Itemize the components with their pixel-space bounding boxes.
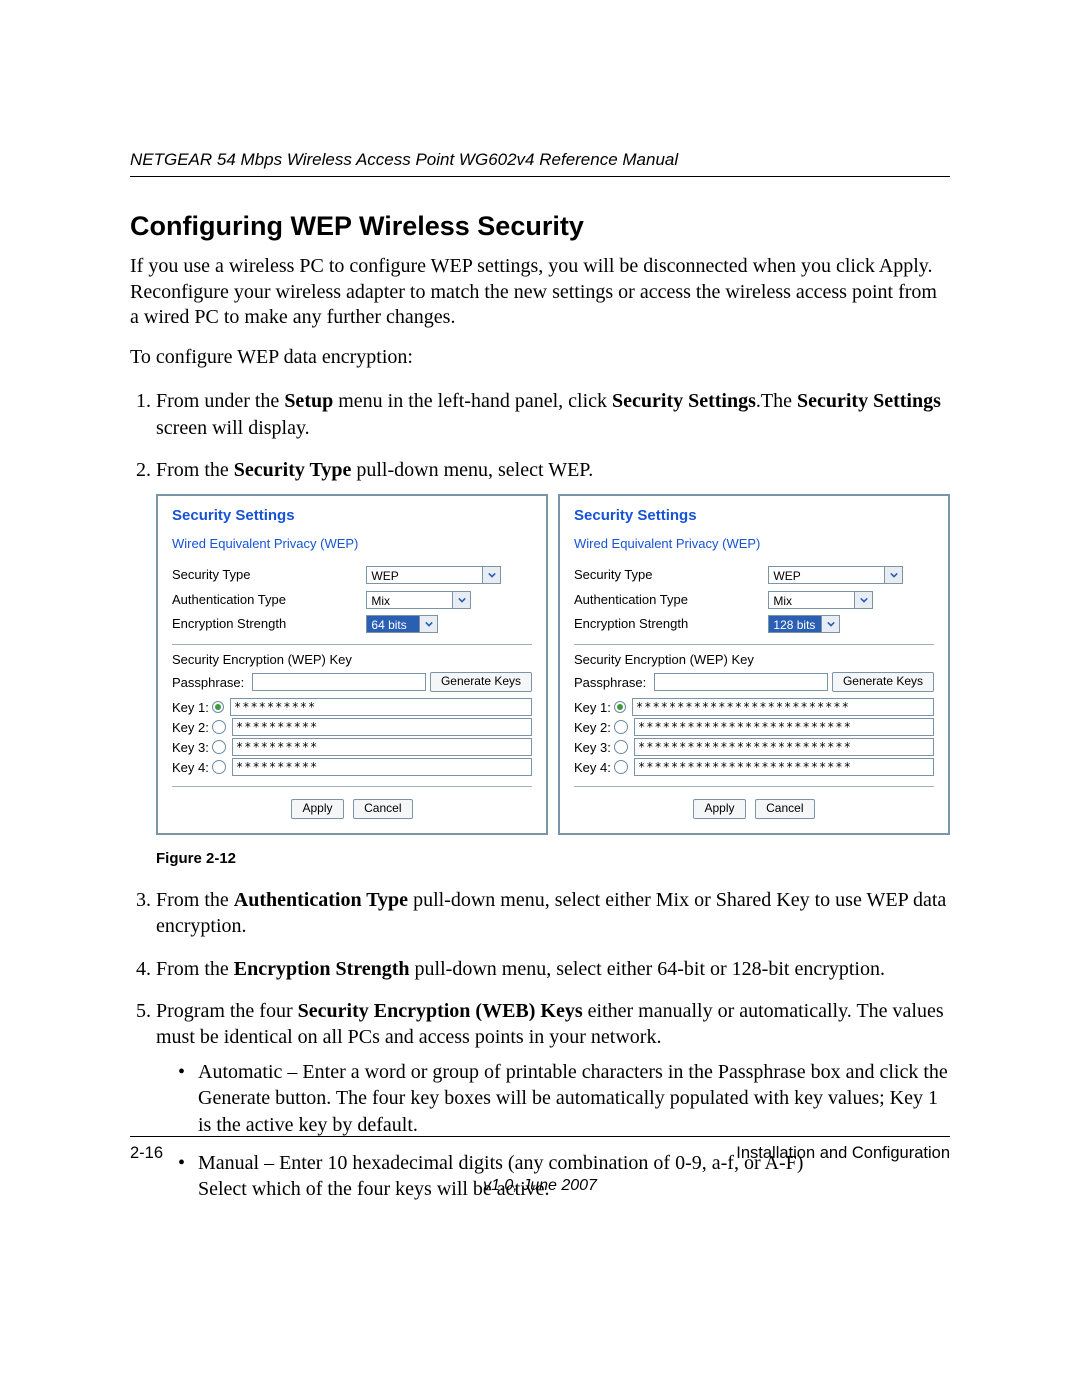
chevron-down-icon [419,616,437,632]
cancel-button[interactable]: Cancel [353,799,412,819]
key3-radio[interactable] [614,740,628,754]
apply-button[interactable]: Apply [693,799,745,819]
auth-type-select[interactable]: Mix [366,591,471,609]
key1-radio[interactable] [212,701,224,713]
figure-caption: Figure 2-12 [156,849,950,869]
step-list: From under the Setup menu in the left-ha… [130,388,950,1202]
key3-radio[interactable] [212,740,226,754]
panel-title: Security Settings [574,506,934,526]
key2-input[interactable] [634,718,934,736]
security-type-select[interactable]: WEP [768,566,903,584]
encryption-strength-select[interactable]: 128 bits [768,615,840,633]
footer-version: v1.0, June 2007 [130,1177,950,1195]
encryption-strength-select[interactable]: 64 bits [366,615,438,633]
bullet-auto: Automatic – Enter a word or group of pri… [178,1059,950,1138]
page-number: 2-16 [130,1144,163,1163]
passphrase-input[interactable] [654,673,828,691]
key2-radio[interactable] [212,720,226,734]
cancel-button[interactable]: Cancel [755,799,814,819]
chevron-down-icon [884,567,902,583]
key2-radio[interactable] [614,720,628,734]
passphrase-input[interactable] [252,673,426,691]
intro-paragraph: If you use a wireless PC to configure WE… [130,254,950,331]
panel-subtitle: Wired Equivalent Privacy (WEP) [574,535,934,552]
page-heading: Configuring WEP Wireless Security [130,211,950,242]
chevron-down-icon [482,567,500,583]
generate-keys-button[interactable]: Generate Keys [832,672,934,692]
key1-input[interactable] [230,698,532,716]
key4-input[interactable] [232,758,532,776]
panel-title: Security Settings [172,506,532,526]
page-footer: 2-16 Installation and Configuration v1.0… [130,1136,950,1195]
key3-input[interactable] [232,738,532,756]
step-3: From the Authentication Type pull-down m… [156,887,950,940]
figure-2-12: Security Settings Wired Equivalent Priva… [156,494,950,869]
key4-radio[interactable] [614,760,628,774]
key1-radio[interactable] [614,701,626,713]
apply-button[interactable]: Apply [291,799,343,819]
auth-type-select[interactable]: Mix [768,591,873,609]
lead-paragraph: To configure WEP data encryption: [130,345,950,371]
chevron-down-icon [821,616,839,632]
generate-keys-button[interactable]: Generate Keys [430,672,532,692]
running-header: NETGEAR 54 Mbps Wireless Access Point WG… [130,150,950,177]
chevron-down-icon [854,592,872,608]
settings-panel-64bit: Security Settings Wired Equivalent Priva… [156,494,548,835]
key3-input[interactable] [634,738,934,756]
footer-section: Installation and Configuration [736,1144,950,1163]
chevron-down-icon [452,592,470,608]
step-4: From the Encryption Strength pull-down m… [156,956,950,982]
key1-input[interactable] [632,698,934,716]
settings-panel-128bit: Security Settings Wired Equivalent Priva… [558,494,950,835]
step-1: From under the Setup menu in the left-ha… [156,388,950,441]
key4-radio[interactable] [212,760,226,774]
panel-subtitle: Wired Equivalent Privacy (WEP) [172,535,532,552]
security-type-select[interactable]: WEP [366,566,501,584]
step-2: From the Security Type pull-down menu, s… [156,457,950,869]
key2-input[interactable] [232,718,532,736]
key4-input[interactable] [634,758,934,776]
